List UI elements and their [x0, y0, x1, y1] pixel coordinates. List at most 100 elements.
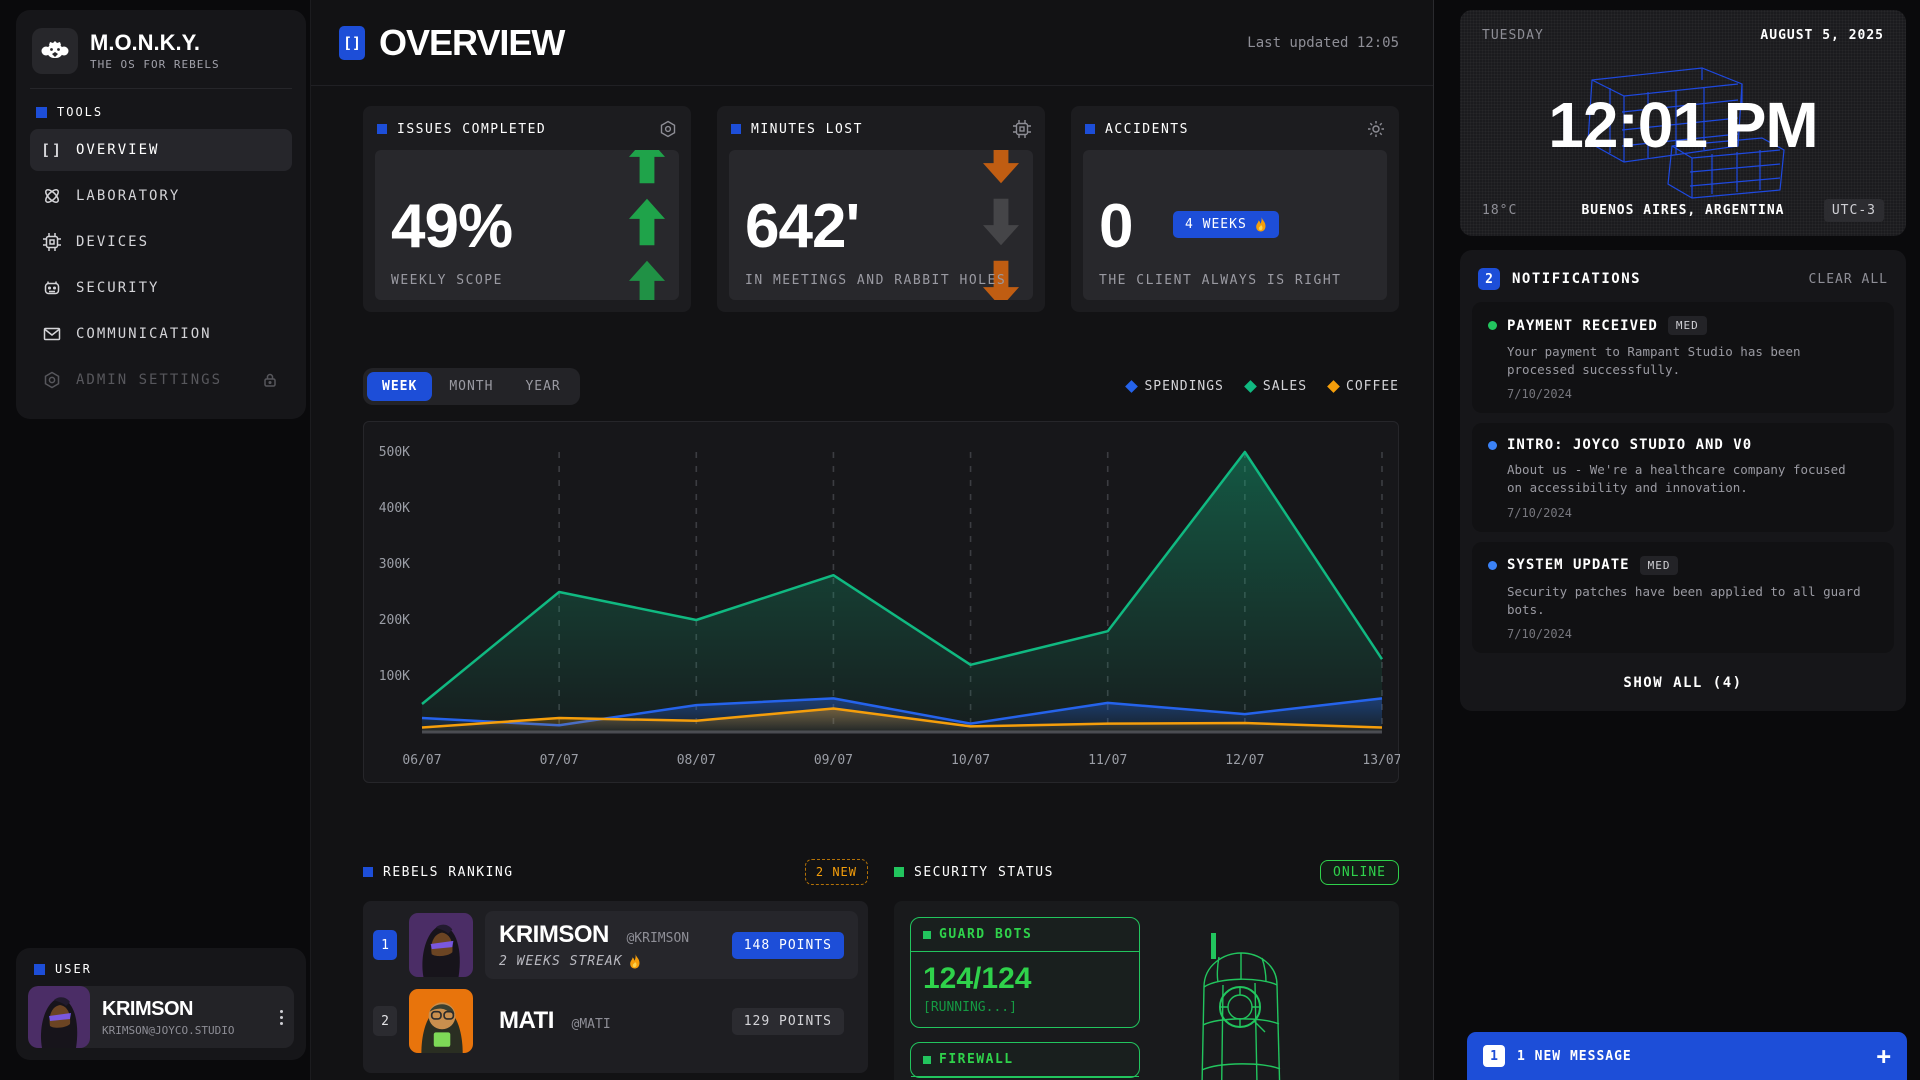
notification-body: About us - We're a healthcare company fo… — [1507, 461, 1867, 497]
tools-section-label: TOOLS — [36, 105, 286, 119]
last-updated: Last updated 12:05 — [1247, 35, 1399, 51]
blue-square-icon — [1085, 124, 1095, 134]
tab-month[interactable]: MONTH — [434, 372, 508, 401]
ranking-row-2[interactable]: 2 — [373, 989, 858, 1053]
stat-title: ACCIDENTS — [1105, 122, 1189, 137]
area-chart: 100K200K300K400K500K06/0707/0708/0709/07… — [364, 438, 1400, 776]
notification-date: 7/10/2024 — [1507, 387, 1878, 401]
user-name: KRIMSON — [102, 998, 256, 1021]
svg-text:400K: 400K — [379, 501, 410, 516]
sidebar-item-communication[interactable]: COMMUNICATION — [30, 313, 292, 355]
sun-burst-icon[interactable] — [1367, 120, 1385, 138]
firewall-box: FIREWALL — [910, 1042, 1140, 1078]
avatar — [409, 913, 473, 977]
area-chart-panel: 100K200K300K400K500K06/0707/0708/0709/07… — [363, 421, 1399, 783]
svg-text:100K: 100K — [379, 669, 410, 684]
chart-legend: SPENDINGS SALES COFFEE — [1127, 379, 1399, 394]
user-email: KRIMSON@JOYCO.STUDIO — [102, 1024, 256, 1037]
rebel-name: MATI — [499, 1007, 554, 1034]
blue-square-icon — [363, 867, 373, 877]
right-sidebar: TUESDAY AUGUST 5, 2025 12:01 PM 18°C BUE… — [1460, 10, 1906, 711]
stat-card-accidents: ACCIDENTS 0 4 WEEKS — [1071, 106, 1399, 312]
legend-sales[interactable]: SALES — [1246, 379, 1307, 394]
rank-number: 2 — [373, 1006, 397, 1036]
stat-value: 642' — [745, 196, 859, 258]
atom-icon — [42, 187, 62, 205]
points-badge: 129 POINTS — [732, 1008, 844, 1035]
notification-count-badge: 2 — [1478, 268, 1500, 290]
flame-icon — [1255, 217, 1267, 232]
tab-week[interactable]: WEEK — [367, 372, 432, 401]
user-panel: USER KRIMSON KRIMSON@JOYCO.STUDIO — [16, 948, 306, 1060]
nav-panel: M.O.N.K.Y. THE OS FOR REBELS TOOLS [] OV… — [16, 10, 306, 419]
chart-range-tabs: WEEK MONTH YEAR — [363, 368, 580, 405]
gear-nut-icon[interactable] — [659, 120, 677, 138]
diamond-icon — [1126, 380, 1139, 393]
wireframe-bot-illustration — [1149, 925, 1329, 1080]
trend-up-arrows-icon — [629, 150, 665, 300]
sidebar-item-security[interactable]: SECURITY — [30, 267, 292, 309]
stat-card-issues: ISSUES COMPLETED 49% WEEKLY SCOPE — [363, 106, 691, 312]
envelope-icon — [42, 325, 62, 343]
user-menu-kebab-icon[interactable] — [268, 986, 294, 1048]
lock-icon — [260, 372, 280, 388]
stat-box: 49% WEEKLY SCOPE — [375, 150, 679, 300]
legend-coffee[interactable]: COFFEE — [1329, 379, 1399, 394]
status-dot — [1488, 321, 1497, 330]
date: AUGUST 5, 2025 — [1760, 28, 1884, 43]
blue-square-icon — [34, 964, 45, 975]
tab-year[interactable]: YEAR — [510, 372, 575, 401]
ranking-list: 1 — [363, 901, 868, 1073]
stat-box: 0 4 WEEKS THE CLIENT ALWAYS IS RIGHT — [1083, 150, 1387, 300]
diamond-icon — [1327, 380, 1340, 393]
notification-item[interactable]: INTRO: JOYCO STUDIO AND V0 About us - We… — [1472, 423, 1894, 531]
notification-date: 7/10/2024 — [1507, 627, 1878, 641]
new-message-bar[interactable]: 1 1 NEW MESSAGE + — [1467, 1032, 1907, 1080]
stat-card-minutes-lost: MINUTES LOST 642' IN ME — [717, 106, 1045, 312]
stat-cards-row: ISSUES COMPLETED 49% WEEKLY SCOPE — [363, 106, 1399, 312]
svg-text:10/07: 10/07 — [951, 753, 990, 768]
section-title: REBELS RANKING — [383, 865, 514, 880]
message-label: 1 NEW MESSAGE — [1517, 1049, 1632, 1064]
legend-spendings[interactable]: SPENDINGS — [1127, 379, 1223, 394]
rank-number: 1 — [373, 930, 397, 960]
security-status-section: SECURITY STATUS ONLINE GUARD BOTS 124/12… — [894, 855, 1399, 1080]
svg-text:08/07: 08/07 — [677, 753, 716, 768]
sidebar-item-overview[interactable]: [] OVERVIEW — [30, 129, 292, 171]
ranking-row-1[interactable]: 1 — [373, 911, 858, 979]
blue-square-icon — [731, 124, 741, 134]
green-square-icon — [894, 867, 904, 877]
flame-icon — [629, 954, 641, 969]
svg-text:300K: 300K — [379, 557, 410, 572]
priority-tag: MED — [1668, 316, 1707, 335]
user-card[interactable]: KRIMSON KRIMSON@JOYCO.STUDIO — [28, 986, 294, 1048]
stat-value: 0 — [1099, 196, 1132, 258]
blue-square-icon — [36, 107, 47, 118]
guard-bots-status: [RUNNING...] — [923, 1000, 1127, 1015]
temperature: 18°C — [1482, 203, 1572, 218]
clear-all-button[interactable]: CLEAR ALL — [1809, 272, 1888, 287]
sidebar-item-devices[interactable]: DEVICES — [30, 221, 292, 263]
blue-square-icon — [377, 124, 387, 134]
security-panel: GUARD BOTS 124/124 [RUNNING...] FIREWALL — [894, 901, 1399, 1080]
show-all-button[interactable]: SHOW ALL (4) — [1472, 663, 1894, 699]
sidebar-item-laboratory[interactable]: LABORATORY — [30, 175, 292, 217]
online-status-badge: ONLINE — [1320, 860, 1399, 885]
chip-icon[interactable] — [1013, 120, 1031, 138]
svg-text:500K: 500K — [379, 445, 410, 460]
rebel-handle: @MATI — [572, 1017, 611, 1032]
robot-icon — [42, 279, 62, 297]
chip-icon — [42, 233, 62, 251]
notification-item[interactable]: PAYMENT RECEIVED MED Your payment to Ram… — [1472, 302, 1894, 413]
rebel-name: KRIMSON — [499, 921, 609, 948]
plus-icon[interactable]: + — [1877, 1044, 1891, 1068]
stat-title: ISSUES COMPLETED — [397, 122, 546, 137]
sidebar-item-admin-settings[interactable]: ADMIN SETTINGS — [30, 359, 292, 401]
notification-item[interactable]: SYSTEM UPDATE MED Security patches have … — [1472, 542, 1894, 653]
stat-label: WEEKLY SCOPE — [391, 273, 503, 288]
notifications-panel: 2 NOTIFICATIONS CLEAR ALL PAYMENT RECEIV… — [1460, 250, 1906, 711]
svg-text:06/07: 06/07 — [402, 753, 441, 768]
user-avatar — [28, 986, 90, 1048]
guard-bots-box: GUARD BOTS 124/124 [RUNNING...] — [910, 917, 1140, 1028]
current-time: 12:01 PM — [1460, 88, 1906, 162]
